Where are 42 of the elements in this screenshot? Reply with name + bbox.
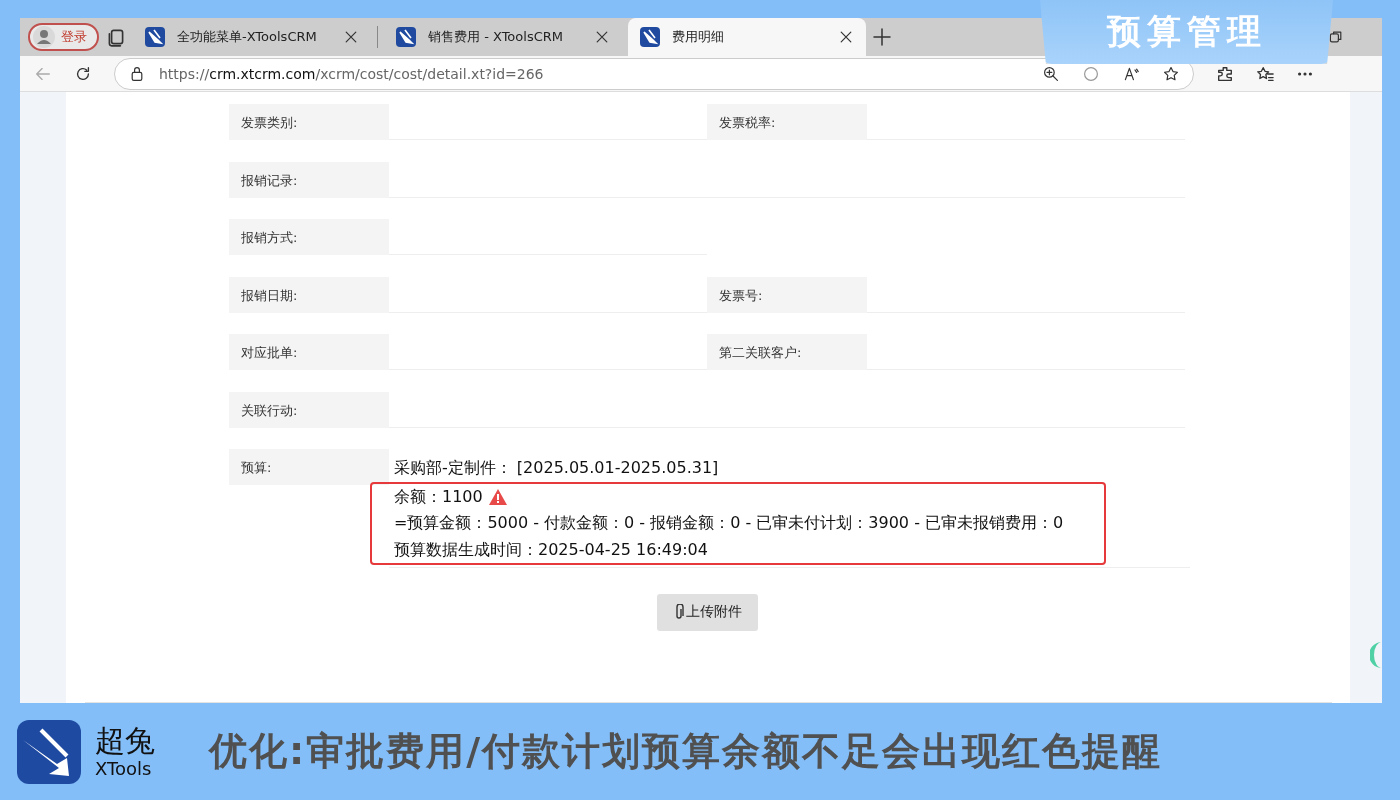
star-icon[interactable] bbox=[1163, 65, 1179, 82]
app-logo-icon bbox=[145, 27, 165, 47]
refresh-icon[interactable] bbox=[74, 64, 92, 83]
zoom-icon[interactable] bbox=[1043, 65, 1059, 82]
field-label: 对应批单: bbox=[229, 334, 389, 370]
lock-icon[interactable] bbox=[129, 65, 145, 82]
field-label: 报销记录: bbox=[229, 161, 389, 198]
read-aloud-icon[interactable] bbox=[1123, 65, 1139, 82]
new-tab-icon[interactable] bbox=[872, 27, 892, 47]
xtools-logo-icon bbox=[17, 719, 81, 784]
headline: 优化:审批费用/付款计划预算余额不足会出现红色提醒 bbox=[209, 728, 1163, 775]
field-label: 报销日期: bbox=[229, 276, 389, 313]
restore-icon[interactable] bbox=[1328, 29, 1344, 45]
upload-button[interactable]: 上传附件 bbox=[657, 593, 758, 631]
browser-tab[interactable]: 费用明细 bbox=[628, 18, 866, 56]
close-icon[interactable] bbox=[343, 29, 359, 45]
app-logo-icon bbox=[640, 27, 660, 47]
address-bar[interactable]: https://crm.xtcrm.com/xcrm/cost/cost/detail.xt?id=266 bbox=[114, 57, 1194, 90]
field-label: 发票税率: bbox=[707, 104, 867, 140]
budget-heading: 采购部-定制件： [2025.05.01-2025.05.31] bbox=[394, 457, 720, 479]
field-label: 发票号: bbox=[707, 276, 867, 313]
field-label: 报销方式: bbox=[229, 219, 389, 255]
field-label: 预算: bbox=[229, 449, 389, 485]
field-label: 第二关联客户: bbox=[707, 334, 867, 370]
browser-tab[interactable]: 全功能菜单-XToolsCRM bbox=[133, 18, 371, 56]
profile-button[interactable]: 登录 bbox=[28, 23, 99, 51]
field-label: 发票类别: bbox=[229, 104, 389, 140]
extensions-icon[interactable] bbox=[1216, 64, 1234, 83]
paperclip-icon bbox=[673, 604, 684, 620]
app-logo-icon bbox=[396, 27, 416, 47]
favorites-icon[interactable] bbox=[1256, 64, 1274, 83]
balance-text: 余额：1100 bbox=[394, 485, 483, 508]
close-icon[interactable] bbox=[838, 29, 854, 45]
browser-tab[interactable]: 销售费用 - XToolsCRM bbox=[384, 18, 622, 56]
avatar-icon bbox=[33, 26, 55, 48]
budget-timestamp: 预算数据生成时间：2025-04-25 16:49:04 bbox=[394, 538, 709, 561]
field-label: 关联行动: bbox=[229, 391, 389, 428]
feature-badge: 预算管理 bbox=[1040, 0, 1333, 64]
brand-subtitle: XTools bbox=[95, 758, 153, 779]
brand-name: 超兔 bbox=[95, 724, 156, 758]
budget-formula: =预算金额：5000 - 付款金额：0 - 报销金额：0 - 已审未付计划：3900 - 已审未报销费用：0 bbox=[394, 512, 1065, 534]
close-icon[interactable] bbox=[594, 29, 610, 45]
